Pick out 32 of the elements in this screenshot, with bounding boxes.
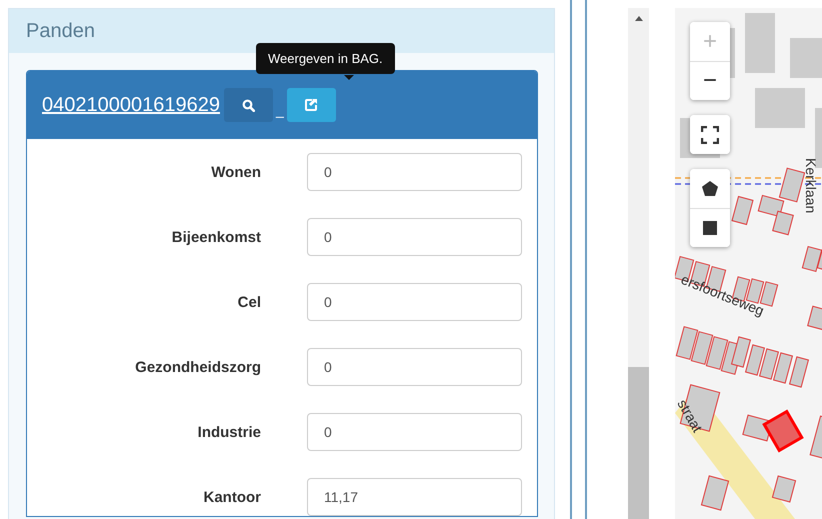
number-field[interactable]: 0 — [307, 348, 522, 386]
field-label: Gezondheidszorg — [134, 358, 261, 376]
field-label: Bijeenkomst — [170, 228, 261, 246]
number-field[interactable]: 0 — [307, 153, 522, 191]
zoom-to-button[interactable] — [224, 88, 273, 122]
draw-polygon-button[interactable] — [690, 169, 730, 208]
number-field[interactable]: 0 — [307, 413, 522, 451]
external-link-icon — [304, 98, 318, 112]
zoom-out-button[interactable]: − — [690, 61, 730, 100]
field-label: Wonen — [210, 164, 261, 180]
field-label: Cel — [236, 294, 261, 310]
panel-title: Panden — [26, 20, 95, 42]
separator-text: _ — [276, 102, 284, 118]
building-id-link[interactable]: 0402100001619629 — [42, 94, 220, 116]
external-link-button[interactable] — [286, 88, 336, 122]
draw-rectangle-button[interactable] — [690, 208, 730, 247]
scrollbar[interactable] — [628, 8, 649, 519]
scroll-up-arrow-icon[interactable] — [634, 16, 642, 21]
tooltip: Weergeven in BAG. — [256, 43, 395, 74]
number-field[interactable]: 11,17 — [307, 478, 522, 516]
tooltip-arrow — [344, 75, 354, 80]
pentagon-icon — [702, 181, 718, 196]
scrollbar-thumb[interactable] — [628, 367, 649, 519]
fullscreen-icon — [701, 126, 719, 144]
field-label: Kantoor — [202, 488, 261, 506]
field-label: Industrie — [196, 424, 261, 440]
square-icon — [703, 221, 717, 235]
number-field[interactable]: 0 — [307, 283, 522, 321]
fullscreen-button[interactable] — [690, 115, 730, 154]
street-label: Kerklaan — [803, 158, 819, 214]
magnifier-icon — [242, 98, 255, 112]
number-field[interactable]: 0 — [307, 218, 522, 256]
